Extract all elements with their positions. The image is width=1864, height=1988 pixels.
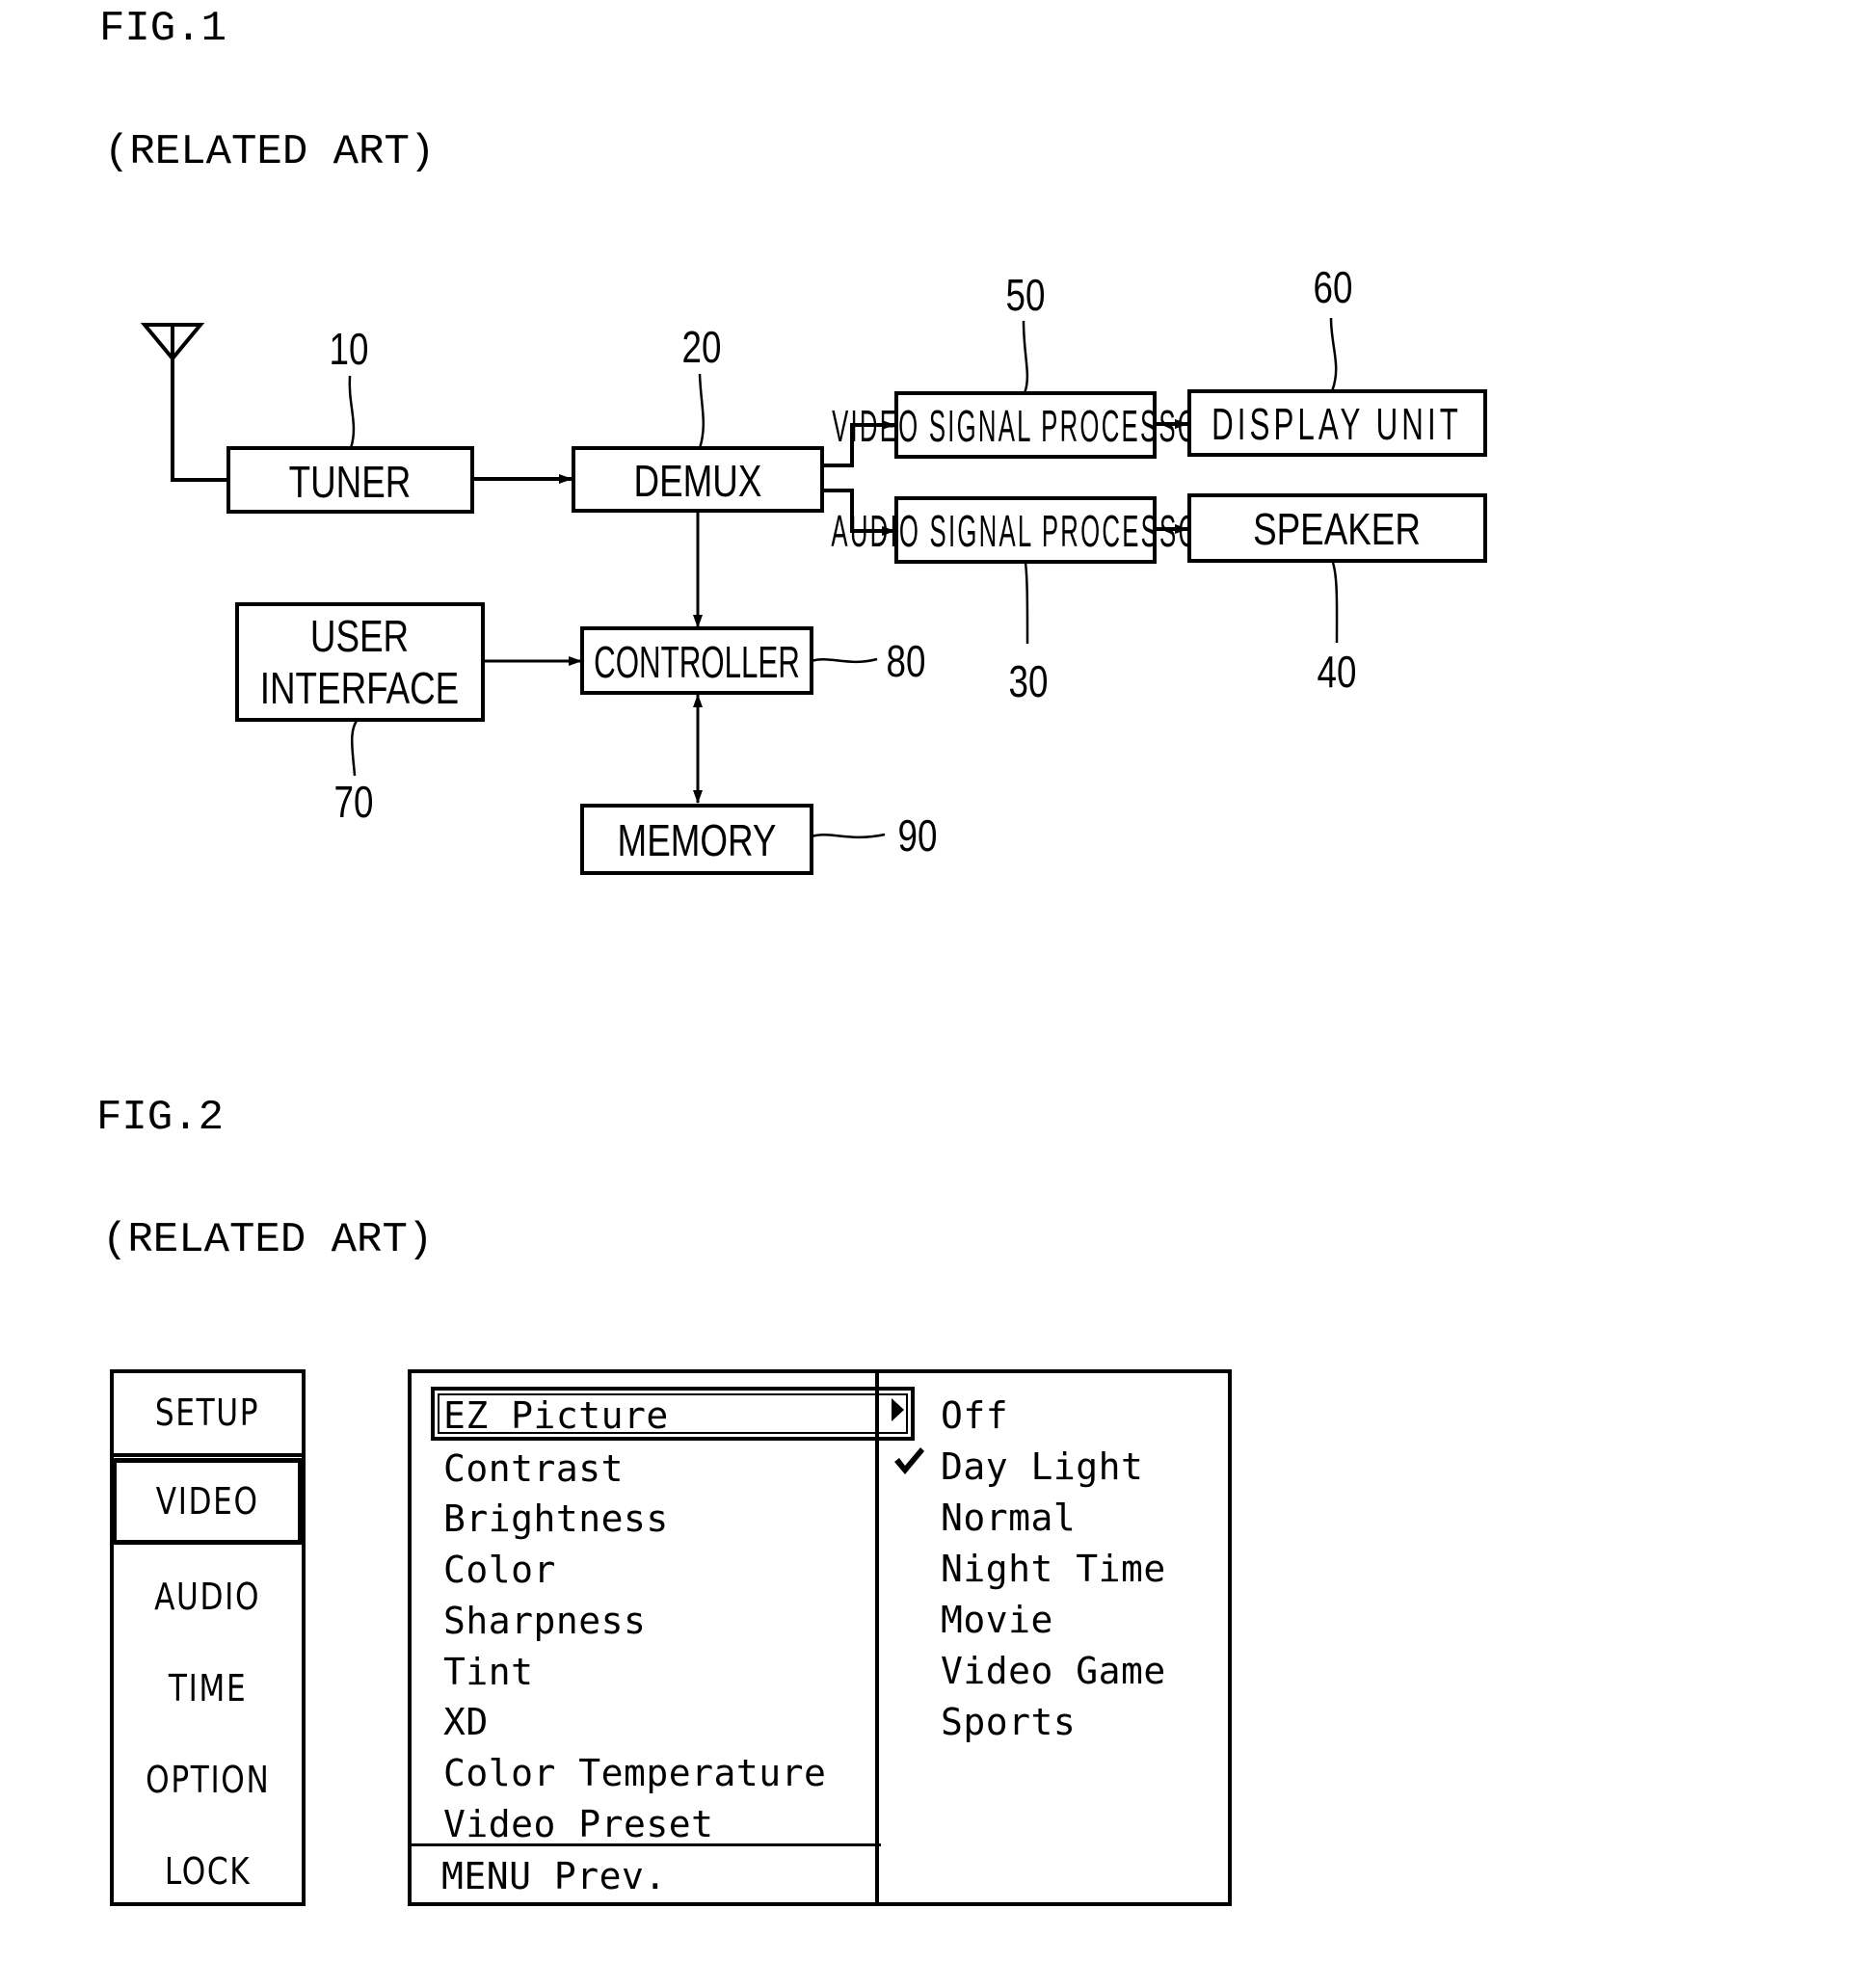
category-lock[interactable]: LOCK: [114, 1853, 302, 1890]
menu-item-color[interactable]: Color: [443, 1551, 556, 1588]
leader-80: [811, 657, 878, 664]
figure2-subtitle: (RELATED ART): [102, 1216, 434, 1264]
display-unit-label: DISPLAY UNIT: [1212, 400, 1462, 449]
controller-block: CONTROLLER: [580, 626, 813, 695]
leader-30: [1024, 562, 1029, 645]
category-setup-label: SETUP: [155, 1392, 260, 1434]
menu-item-sharpness[interactable]: Sharpness: [443, 1603, 646, 1639]
tuner-label: TUNER: [289, 457, 412, 507]
category-video-label: VIDEO: [156, 1480, 259, 1523]
tuner-block: TUNER: [226, 446, 474, 514]
ref-70: 70: [334, 777, 374, 827]
figure1-block-diagram: TUNER 10 DEMUX 20 VIDEO SIGNAL PROCESSOR…: [140, 262, 1487, 875]
category-option[interactable]: OPTION: [114, 1762, 302, 1798]
category-time-label: TIME: [168, 1667, 248, 1710]
menu-item-contrast[interactable]: Contrast: [443, 1450, 624, 1487]
ref-50: 50: [1006, 270, 1046, 320]
leader-90: [811, 833, 886, 839]
ref-30: 30: [1009, 656, 1049, 706]
option-video-game[interactable]: Video Game: [941, 1653, 1166, 1689]
option-off[interactable]: Off: [941, 1397, 1008, 1434]
option-night-time[interactable]: Night Time: [941, 1551, 1166, 1587]
option-movie[interactable]: Movie: [941, 1602, 1053, 1638]
category-option-label: OPTION: [145, 1759, 271, 1801]
ref-20: 20: [682, 322, 722, 372]
menu-item-video-preset[interactable]: Video Preset: [443, 1806, 714, 1842]
category-lock-label: LOCK: [164, 1850, 252, 1893]
option-sports[interactable]: Sports: [941, 1704, 1076, 1740]
leader-40: [1331, 562, 1339, 644]
menu-prev-button[interactable]: MENU Prev.: [441, 1858, 667, 1895]
category-time[interactable]: TIME: [114, 1670, 302, 1707]
memory-block: MEMORY: [580, 804, 813, 875]
figure2-title: FIG.2: [96, 1094, 225, 1142]
option-normal[interactable]: Normal: [941, 1499, 1076, 1536]
menu-item-tint[interactable]: Tint: [443, 1654, 534, 1690]
ref-80: 80: [887, 636, 926, 686]
option-day-light[interactable]: Day Light: [941, 1448, 1143, 1485]
ref-40: 40: [1318, 647, 1357, 697]
display-unit-block: DISPLAY UNIT: [1187, 389, 1487, 457]
category-audio-label: AUDIO: [154, 1576, 261, 1618]
category-audio[interactable]: AUDIO: [114, 1578, 302, 1615]
speaker-label: SPEAKER: [1253, 504, 1421, 554]
ref-10: 10: [330, 324, 369, 374]
category-menu: SETUP VIDEO AUDIO TIME OPTION LOCK: [110, 1369, 306, 1906]
controller-label: CONTROLLER: [594, 638, 800, 687]
menu-item-ez-picture[interactable]: EZ Picture: [443, 1397, 669, 1434]
user-interface-label-line2: INTERFACE: [260, 663, 459, 713]
leader-10: [348, 375, 356, 449]
leader-20: [698, 373, 706, 449]
menu-item-xd[interactable]: XD: [443, 1704, 489, 1740]
demux-label: DEMUX: [634, 456, 762, 506]
leader-50: [1022, 320, 1029, 394]
demux-block: DEMUX: [572, 446, 824, 513]
user-interface-block: USER INTERFACE: [235, 602, 485, 722]
leader-70: [351, 720, 359, 777]
antenna-icon: [140, 323, 228, 482]
menu-item-brightness[interactable]: Brightness: [443, 1500, 669, 1537]
checkmark-icon: [894, 1447, 924, 1474]
ref-60: 60: [1314, 262, 1353, 312]
memory-label: MEMORY: [618, 815, 777, 865]
category-separator: [114, 1453, 302, 1457]
ref-90: 90: [898, 810, 938, 861]
category-setup[interactable]: SETUP: [114, 1394, 302, 1431]
user-interface-label-line1: USER: [310, 611, 409, 661]
leader-60: [1329, 317, 1338, 392]
submenu-arrow-icon: [892, 1398, 904, 1421]
category-video[interactable]: VIDEO: [114, 1483, 302, 1520]
speaker-block: SPEAKER: [1187, 493, 1487, 563]
menu-item-color-temperature[interactable]: Color Temperature: [443, 1755, 826, 1791]
